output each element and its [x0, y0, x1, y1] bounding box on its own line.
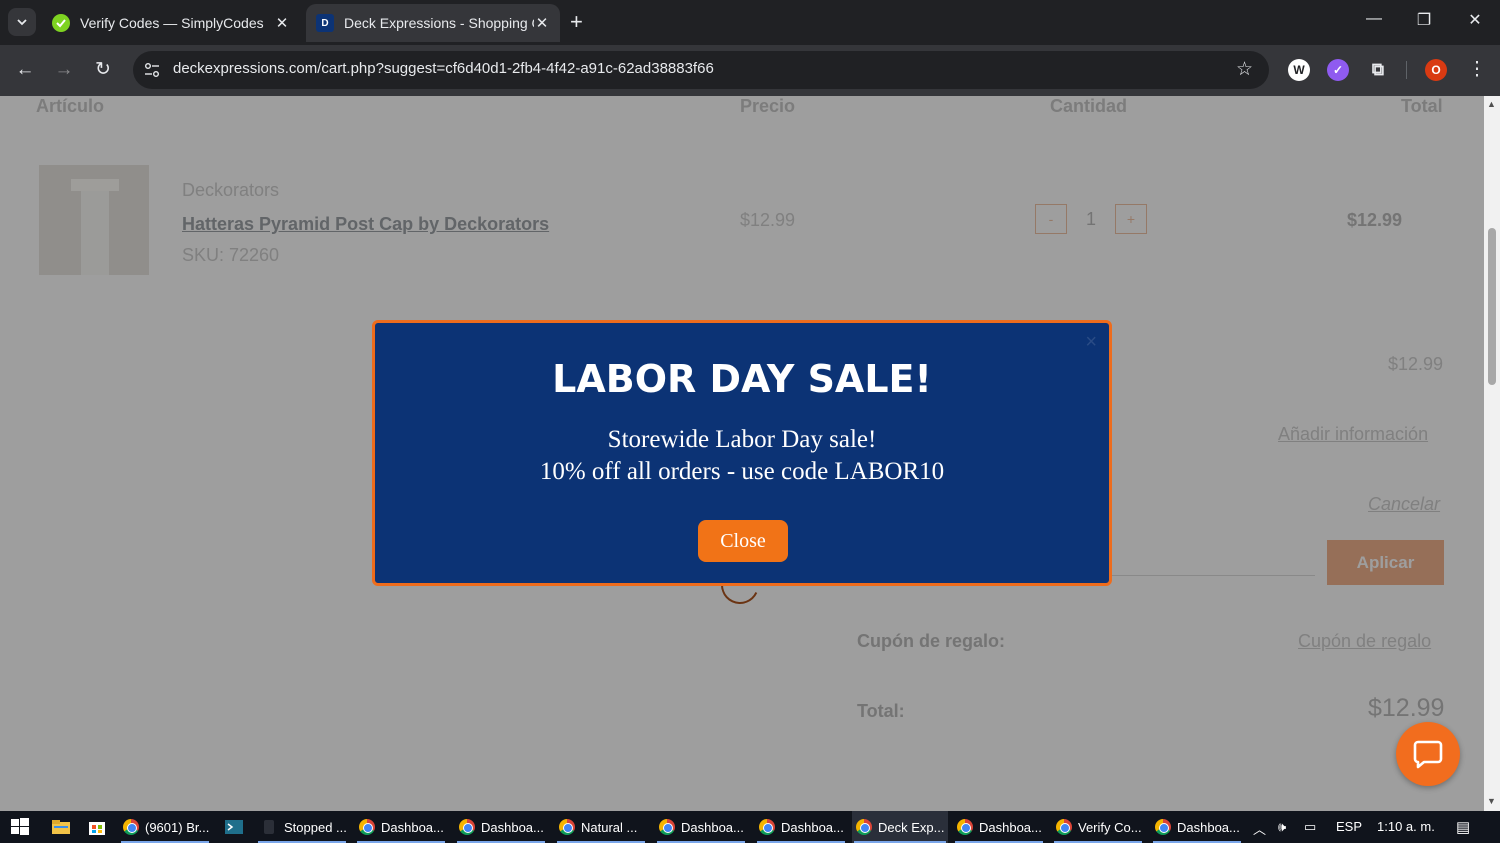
modal-close-icon[interactable]: ×: [1085, 331, 1097, 354]
taskbar-app-chrome-2[interactable]: Dashboa...: [355, 811, 447, 843]
taskbar-app-chrome-1[interactable]: (9601) Br...: [119, 811, 211, 843]
chrome-icon: [559, 819, 575, 835]
windows-start-icon[interactable]: [10, 817, 30, 837]
forward-arrow-icon[interactable]: →: [51, 57, 77, 83]
browser-menu-icon[interactable]: ⋮: [1464, 57, 1490, 83]
chrome-icon: [459, 819, 475, 835]
address-bar[interactable]: deckexpressions.com/cart.php?suggest=cf6…: [133, 51, 1269, 89]
chat-button[interactable]: [1396, 722, 1460, 786]
simplycodes-extension-icon[interactable]: ✓: [1327, 59, 1349, 81]
profile-avatar[interactable]: O: [1425, 59, 1447, 81]
chrome-icon: [856, 819, 872, 835]
site-info-icon[interactable]: [143, 61, 161, 79]
taskbar-app-stopped[interactable]: Stopped ...: [256, 811, 348, 843]
tab-title: Deck Expressions - Shopping C: [344, 15, 534, 31]
terminal-app-icon[interactable]: [224, 817, 244, 837]
windows-taskbar: (9601) Br... Stopped ... Dashboa... Dash…: [0, 811, 1500, 843]
toolbar-divider: [1406, 61, 1407, 79]
notifications-icon[interactable]: ▤: [1456, 818, 1470, 836]
page-scrollbar[interactable]: ▲ ▼: [1484, 96, 1500, 811]
taskbar-app-chrome-5[interactable]: Dashboa...: [655, 811, 747, 843]
taskbar-app-chrome-8[interactable]: Dashboa...: [953, 811, 1045, 843]
taskbar-app-chrome-3[interactable]: Dashboa...: [455, 811, 547, 843]
chrome-icon: [359, 819, 375, 835]
chevron-down-icon: [17, 19, 27, 26]
restore-icon[interactable]: ❐: [1409, 10, 1439, 30]
chrome-icon: [1155, 819, 1171, 835]
chrome-icon: [759, 819, 775, 835]
deck-expressions-favicon-icon: D: [316, 14, 334, 32]
taskbar-app-label: Stopped ...: [284, 819, 347, 835]
modal-title: LABOR DAY SALE!: [552, 357, 932, 401]
browser-toolbar: ← → ↻ deckexpressions.com/cart.php?sugge…: [0, 45, 1500, 96]
minimize-icon[interactable]: —: [1359, 10, 1389, 28]
browser-tab-strip: Verify Codes — SimplyCodes ✕ D Deck Expr…: [0, 0, 1500, 45]
tab-search-button[interactable]: [8, 8, 36, 36]
taskbar-app-label: Dashboa...: [481, 819, 544, 835]
taskbar-app-chrome-active[interactable]: Deck Exp...: [852, 811, 948, 843]
tray-chevron-up-icon[interactable]: ︿: [1253, 819, 1266, 838]
taskbar-app-chrome-6[interactable]: Dashboa...: [755, 811, 847, 843]
language-indicator[interactable]: ESP: [1336, 819, 1362, 834]
file-explorer-icon[interactable]: [51, 817, 71, 837]
taskbar-app-label: Deck Exp...: [878, 819, 945, 835]
taskbar-app-label: Dashboa...: [681, 819, 744, 835]
taskbar-app-label: Dashboa...: [781, 819, 844, 835]
taskbar-app-chrome-9[interactable]: Verify Co...: [1052, 811, 1144, 843]
scroll-down-arrow-icon[interactable]: ▼: [1487, 796, 1496, 806]
reload-icon[interactable]: ↻: [90, 57, 116, 83]
taskbar-app-label: Verify Co...: [1078, 819, 1142, 835]
bookmark-star-icon[interactable]: ☆: [1236, 58, 1253, 81]
recorder-icon: [264, 820, 274, 834]
modal-line-2: 10% off all orders - use code LABOR10: [539, 458, 945, 485]
volume-icon[interactable]: 🕪: [1278, 819, 1286, 835]
back-arrow-icon[interactable]: ←: [12, 57, 38, 83]
wikiwand-extension-icon[interactable]: W: [1288, 59, 1310, 81]
modal-close-button[interactable]: Close: [698, 520, 788, 562]
extensions-puzzle-icon[interactable]: ⧉: [1367, 59, 1389, 81]
scroll-up-arrow-icon[interactable]: ▲: [1487, 99, 1496, 109]
chat-bubble-icon: [1413, 740, 1443, 769]
scrollbar-thumb[interactable]: [1488, 228, 1496, 385]
taskbar-app-label: Dashboa...: [381, 819, 444, 835]
taskbar-app-label: Natural ...: [581, 819, 638, 835]
tab-verify-codes[interactable]: Verify Codes — SimplyCodes ✕: [42, 4, 300, 42]
labor-day-sale-modal: × LABOR DAY SALE! Storewide Labor Day sa…: [372, 320, 1112, 586]
chrome-icon: [1056, 819, 1072, 835]
chrome-icon: [957, 819, 973, 835]
taskbar-app-chrome-4[interactable]: Natural ...: [555, 811, 647, 843]
taskbar-app-chrome-10[interactable]: Dashboa...: [1151, 811, 1243, 843]
taskbar-app-label: (9601) Br...: [145, 819, 210, 835]
simplycodes-favicon-icon: [52, 14, 70, 32]
chrome-icon: [659, 819, 675, 835]
clock[interactable]: 1:10 a. m.: [1377, 819, 1435, 834]
tab-title: Verify Codes — SimplyCodes: [80, 15, 264, 31]
url-text: deckexpressions.com/cart.php?suggest=cf6…: [173, 60, 714, 77]
tab-close-icon[interactable]: ✕: [534, 14, 550, 32]
tab-close-icon[interactable]: ✕: [274, 14, 290, 32]
close-window-icon[interactable]: ✕: [1460, 10, 1490, 30]
modal-line-1: Storewide Labor Day sale!: [607, 426, 877, 453]
tab-deck-expressions[interactable]: D Deck Expressions - Shopping C ✕: [306, 4, 560, 42]
taskbar-app-label: Dashboa...: [979, 819, 1042, 835]
store-icon[interactable]: [87, 817, 107, 837]
taskbar-app-label: Dashboa...: [1177, 819, 1240, 835]
new-tab-plus-icon[interactable]: +: [570, 11, 583, 33]
chrome-icon: [123, 819, 139, 835]
network-icon[interactable]: ▭: [1304, 819, 1316, 835]
